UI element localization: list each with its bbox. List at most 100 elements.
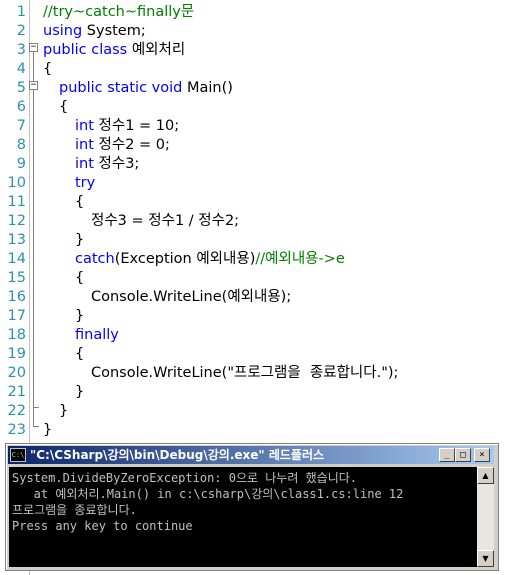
line-number: 15 [7,270,26,286]
console-output[interactable]: System.DivideByZeroException: 0으로 나누려 했습… [9,467,477,567]
code-line[interactable]: 7 int 정수1 = 10; [0,117,516,136]
code-token: 정수3; [93,156,140,172]
keyword-token: public static void [59,80,183,96]
console-app-icon[interactable]: C:\ [10,448,26,462]
minimize-button[interactable]: _ [439,448,455,462]
code-line[interactable]: 18 finally [0,326,516,345]
code-line[interactable]: 11 { [0,193,516,212]
code-text: { [43,60,52,79]
line-number: 4 [16,61,26,77]
comment-token: //try~catch~finally문 [43,4,195,20]
console-titlebar[interactable]: C:\ "C:\CSharp\강의\bin\Debug\강의.exe" 레드플러… [8,446,494,464]
code-line[interactable]: 15 { [0,269,516,288]
code-text: { [75,269,84,288]
line-number: 10 [7,175,26,191]
fold-end-method [33,407,39,408]
line-number: 20 [7,365,26,381]
code-token: 예외처리 [127,42,186,58]
code-token: } [75,232,85,248]
code-text: using System; [43,22,146,41]
close-button[interactable]: × [474,448,490,462]
code-text: finally [75,326,119,345]
code-token: } [75,384,85,400]
keyword-token: public class [43,42,128,58]
keyword-token: using [43,23,83,39]
line-number: 1 [16,4,26,20]
line-number: 18 [7,327,26,343]
console-output-line: at 예외처리.Main() in c:\csharp\강의\class1.cs… [12,487,404,501]
line-number: 6 [16,99,26,115]
code-text: } [43,421,52,440]
code-line[interactable]: 16 Console.WriteLine(예외내용); [0,288,516,307]
code-line[interactable]: 23} [0,421,516,440]
console-output-line: 프로그램을 종료합니다. [12,503,137,517]
line-number: 11 [7,194,26,210]
code-token: { [59,99,69,115]
fold-toggle-method-icon[interactable]: − [29,81,38,90]
scroll-down-icon[interactable]: ▼ [477,550,494,567]
code-token: Console.WriteLine("프로그램을 종료합니다."); [91,365,399,381]
code-text: catch(Exception 예외내용)//예외내용->e [75,250,345,269]
code-line[interactable]: 2 using System; [0,22,516,41]
code-line[interactable]: 9 int 정수3; [0,155,516,174]
keyword-token: finally [75,327,119,343]
code-text: try [75,174,95,193]
code-line[interactable]: 1 //try~catch~finally문 [0,3,516,22]
code-line[interactable]: 19 { [0,345,516,364]
code-line[interactable]: 21} [0,383,516,402]
fold-toggle-class-icon[interactable]: − [29,43,38,52]
keyword-token: int [75,156,94,172]
code-token: { [75,194,85,210]
maximize-button[interactable]: □ [455,448,471,462]
console-title: "C:\CSharp\강의\bin\Debug\강의.exe" 레드플러스 [30,448,325,462]
console-window[interactable]: C:\ "C:\CSharp\강의\bin\Debug\강의.exe" 레드플러… [5,443,499,571]
code-line[interactable]: 4{ [0,60,516,79]
keyword-token: int [75,137,94,153]
line-number: 17 [7,308,26,324]
code-line[interactable]: 3 public class 예외처리 [0,41,516,60]
line-number: 13 [7,232,26,248]
code-text: public static void Main() [59,79,233,98]
code-line[interactable]: 6{ [0,98,516,117]
fold-end-class [33,426,39,427]
code-text: { [75,345,84,364]
code-line[interactable]: 12 정수3 = 정수1 / 정수2; [0,212,516,231]
code-token: { [43,61,53,77]
code-token: } [43,422,53,438]
code-text: 정수3 = 정수1 / 정수2; [91,212,239,231]
code-token: Console.WriteLine(예외내용); [91,289,292,305]
code-token: 정수2 = 0; [93,137,170,153]
line-number: 21 [7,384,26,400]
code-text: //try~catch~finally문 [43,3,194,22]
line-number: 22 [7,403,26,419]
code-line[interactable]: 13} [0,231,516,250]
line-number: 23 [7,422,26,438]
code-token: Main() [182,80,233,96]
scroll-up-icon[interactable]: ▲ [477,467,494,484]
keyword-token: try [75,175,96,191]
code-line[interactable]: 20 Console.WriteLine("프로그램을 종료합니다."); [0,364,516,383]
code-line[interactable]: 22} [0,402,516,421]
code-token: 정수3 = 정수1 / 정수2; [91,213,240,229]
code-editor[interactable]: 1 //try~catch~finally문 2 using System; 3 publ… [0,0,516,575]
code-line[interactable]: 5 public static void Main() [0,79,516,98]
code-text: int 정수1 = 10; [75,117,179,136]
code-token: { [75,270,85,286]
code-line[interactable]: 8 int 정수2 = 0; [0,136,516,155]
code-text: { [59,98,68,117]
keyword-token: catch [75,251,115,267]
code-text: } [59,402,68,421]
code-line[interactable]: 10 try [0,174,516,193]
code-line[interactable]: 14 catch(Exception 예외내용)//예외내용->e [0,250,516,269]
line-number: 9 [16,156,26,172]
code-text: int 정수2 = 0; [75,136,170,155]
code-text: } [75,231,84,250]
code-token: { [75,346,85,362]
vertical-scrollbar[interactable]: ▲ ▼ [477,467,494,567]
code-line[interactable]: 17} [0,307,516,326]
line-number: 16 [7,289,26,305]
line-number: 7 [16,118,26,134]
code-text: Console.WriteLine("프로그램을 종료합니다."); [91,364,398,383]
code-token: } [59,403,69,419]
line-number: 8 [16,137,26,153]
